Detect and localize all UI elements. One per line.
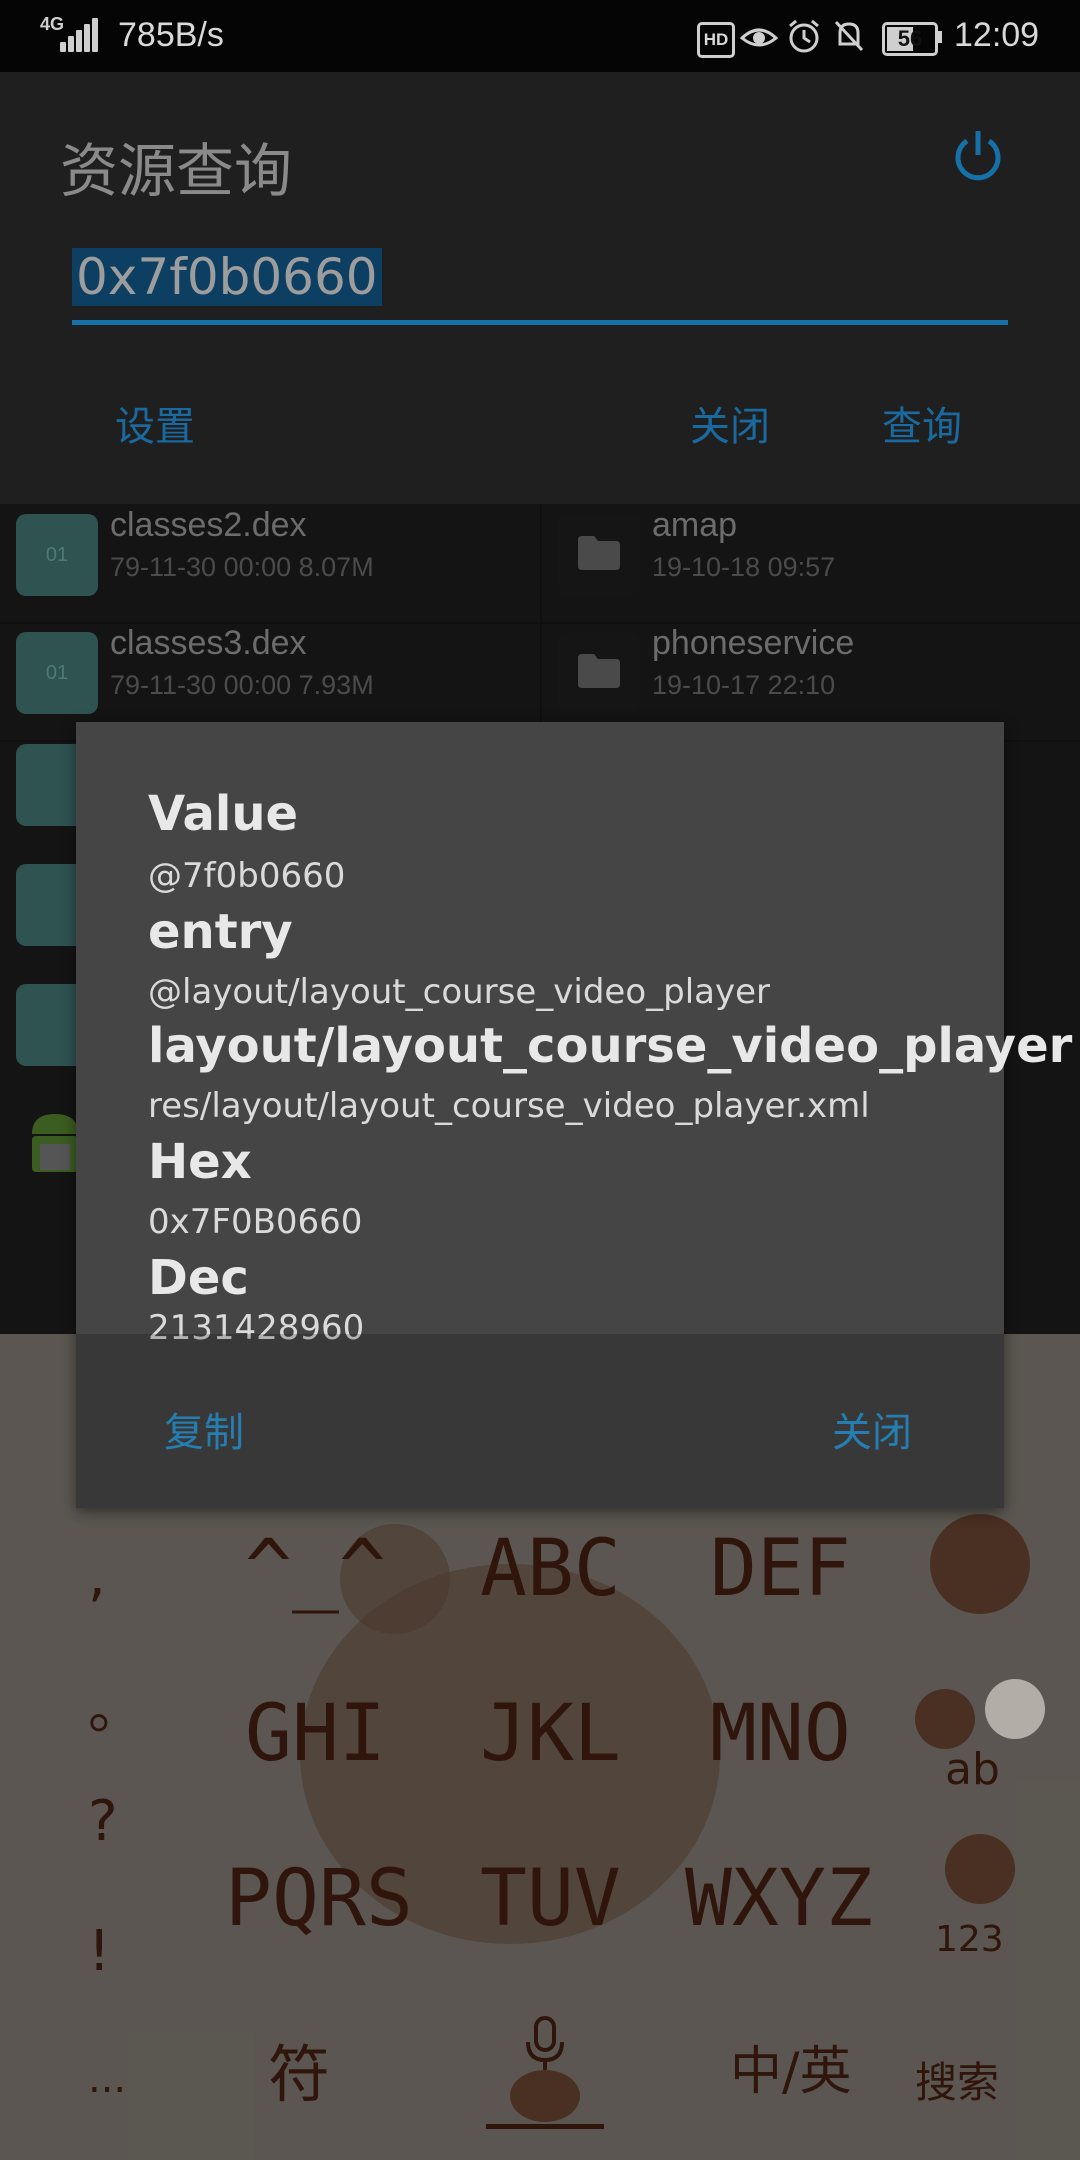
value-label: Value xyxy=(148,786,299,842)
key-comma[interactable]: , xyxy=(88,1544,106,1609)
key-wxyz[interactable]: WXYZ xyxy=(685,1854,873,1944)
battery-tip xyxy=(937,31,942,43)
key-symbols[interactable]: 符 xyxy=(268,2024,330,2114)
key-question[interactable]: ? xyxy=(88,1789,118,1854)
key-ellipsis[interactable]: ... xyxy=(88,2056,126,2102)
file-name: phoneservice xyxy=(652,624,855,662)
hex-text: 0x7F0B0660 xyxy=(148,1202,363,1242)
query-button[interactable]: 查询 xyxy=(882,394,962,452)
key-emoticon[interactable]: ^_^ xyxy=(245,1524,386,1614)
key-period[interactable]: 。 xyxy=(88,1664,144,1745)
status-bar: 4G 785B/s HD 56 12:09 xyxy=(0,0,1080,72)
file-icon-label: 01 xyxy=(45,544,69,566)
alarm-icon xyxy=(789,19,819,53)
file-name: classes3.dex xyxy=(110,624,307,662)
copy-button[interactable]: 复制 xyxy=(164,1400,244,1458)
key-exclaim[interactable]: ! xyxy=(88,1919,110,1984)
page-title: 资源查询 xyxy=(60,137,293,205)
eye-icon xyxy=(740,28,778,47)
query-input-value: 0x7f0b0660 xyxy=(72,248,382,306)
mic-key[interactable] xyxy=(486,2014,604,2129)
key-123[interactable]: 123 xyxy=(935,1919,1004,1960)
file-name: amap xyxy=(652,506,738,544)
file-name: classes2.dex xyxy=(110,506,307,544)
file-meta: 19-10-18 09:57 xyxy=(652,552,836,582)
key-jkl[interactable]: JKL xyxy=(480,1689,621,1779)
key-mno[interactable]: MNO xyxy=(710,1689,851,1779)
mute-icon xyxy=(834,20,864,52)
folder-icon xyxy=(558,514,640,596)
list-item[interactable]: amap 19-10-18 09:57 xyxy=(542,504,1080,624)
bear-icon xyxy=(510,2070,580,2122)
entry-text: @layout/layout_course_video_player xyxy=(148,972,771,1012)
key-search[interactable]: 搜索 xyxy=(915,2049,999,2110)
hd-icon: HD xyxy=(697,22,735,58)
key-tuv[interactable]: TUV xyxy=(480,1854,621,1944)
bunny-icon xyxy=(985,1679,1045,1739)
key-lang-switch[interactable]: 中/英 xyxy=(730,2029,852,2104)
battery-icon: 56 xyxy=(882,22,938,56)
file-icon: 01 xyxy=(16,632,98,714)
path-text: res/layout/layout_course_video_player.xm… xyxy=(148,1086,870,1126)
hex-label: Hex xyxy=(148,1134,252,1190)
network-speed: 785B/s xyxy=(118,16,224,54)
key-ab[interactable]: ab xyxy=(945,1744,1000,1795)
delete-icon[interactable] xyxy=(930,1514,1030,1614)
close-button[interactable]: 关闭 xyxy=(690,394,770,452)
resource-dialog: Value @7f0b0660 entry @layout/layout_cou… xyxy=(76,722,1072,1508)
list-item[interactable]: 01 classes2.dex 79-11-30 00:00 8.07M xyxy=(0,504,540,624)
file-icon: 01 xyxy=(16,514,98,596)
dec-text: 2131428960 xyxy=(148,1308,365,1348)
file-meta: 79-11-30 00:00 8.07M xyxy=(110,552,374,582)
entry-label: entry xyxy=(148,904,293,960)
query-panel: 资源查询 0x7f0b0660 设置 关闭 查询 xyxy=(0,72,1080,504)
query-input[interactable]: 0x7f0b0660 xyxy=(72,240,1008,325)
settings-button[interactable]: 设置 xyxy=(115,394,195,452)
file-icon-label: 01 xyxy=(45,662,69,684)
battery-level: 56 xyxy=(897,26,923,51)
value-text: @7f0b0660 xyxy=(148,856,346,896)
path-label: layout/layout_course_video_player xyxy=(148,1018,1073,1074)
key-def[interactable]: DEF xyxy=(710,1524,851,1614)
key-ghi[interactable]: GHI xyxy=(245,1689,386,1779)
bear-icon xyxy=(915,1689,975,1749)
folder-icon xyxy=(558,632,640,714)
power-icon[interactable] xyxy=(950,127,1006,183)
dialog-close-button[interactable]: 关闭 xyxy=(832,1400,912,1458)
key-pqrs[interactable]: PQRS xyxy=(225,1854,413,1944)
signal-icon xyxy=(60,18,98,52)
dec-label: Dec xyxy=(148,1250,249,1306)
bear-icon xyxy=(945,1834,1015,1904)
mic-icon xyxy=(526,2016,564,2070)
key-abc[interactable]: ABC xyxy=(480,1524,621,1614)
clock: 12:09 xyxy=(954,16,1040,54)
file-meta: 79-11-30 00:00 7.93M xyxy=(110,670,374,700)
file-meta: 19-10-17 22:10 xyxy=(652,670,836,700)
